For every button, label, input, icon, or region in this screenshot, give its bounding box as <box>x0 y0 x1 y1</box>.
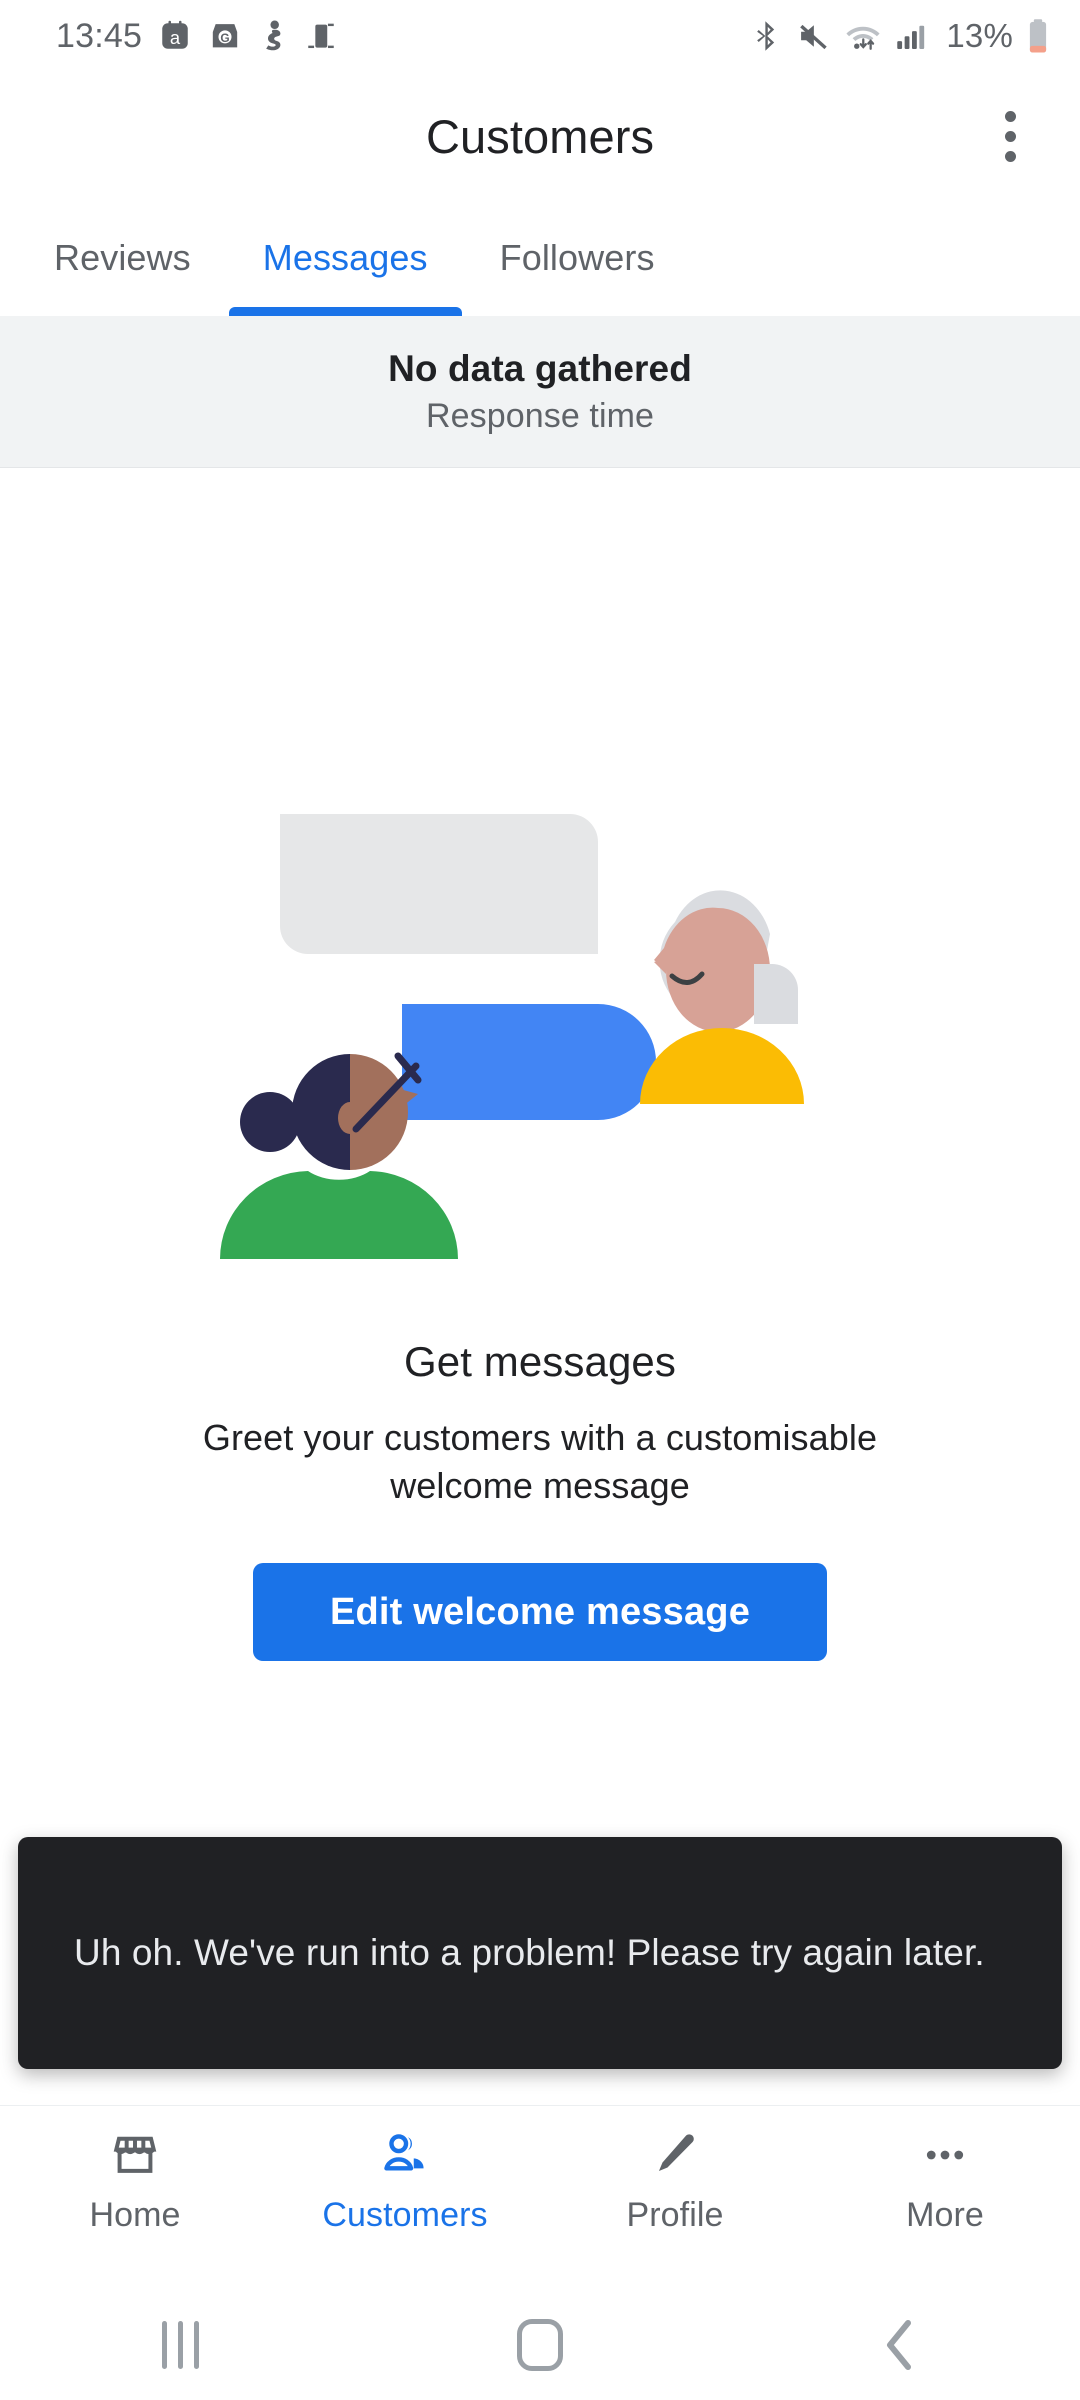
snackbar-message: Uh oh. We've run into a problem! Please … <box>74 1931 985 1973</box>
recents-icon <box>161 2321 199 2369</box>
recents-bar <box>161 2321 167 2369</box>
two-people-chat-bubbles-illustration <box>220 814 804 1259</box>
tab-label: Followers <box>499 237 655 278</box>
nav-label: Profile <box>626 2196 724 2234</box>
error-snackbar[interactable]: Uh oh. We've run into a problem! Please … <box>18 1837 1062 2069</box>
tab-label: Messages <box>262 237 428 278</box>
nav-item-home[interactable]: Home <box>0 2128 270 2235</box>
google-business-icon: G <box>212 24 238 48</box>
signal-bars-icon <box>897 25 925 50</box>
more-dot <box>1004 110 1016 122</box>
response-time-banner[interactable]: No data gathered Response time <box>0 316 1080 468</box>
nav-label: Home <box>89 2196 181 2234</box>
amazon-alexa-icon: a <box>162 20 188 49</box>
person-walk-icon <box>266 20 281 51</box>
page-title: Customers <box>425 109 655 163</box>
recents-button[interactable] <box>0 2321 360 2369</box>
status-bar: 13:45 a G 13% <box>0 0 1080 72</box>
edit-welcome-message-button[interactable]: Edit welcome message <box>253 1563 827 1662</box>
empty-state-title: Get messages <box>404 1338 676 1385</box>
tab-reviews[interactable]: Reviews <box>18 200 227 316</box>
device-icon <box>308 23 334 49</box>
status-time: 13:45 <box>56 16 143 55</box>
svg-text:G: G <box>220 31 229 45</box>
tab-messages[interactable]: Messages <box>227 200 464 316</box>
nav-item-more[interactable]: More <box>810 2128 1080 2235</box>
banner-title: No data gathered <box>388 347 692 389</box>
tab-bar: Reviews Messages Followers <box>0 200 1080 316</box>
people-icon <box>380 2128 430 2182</box>
battery-icon <box>1029 19 1047 53</box>
svg-text:a: a <box>170 27 181 48</box>
system-navigation-bar <box>0 2290 1080 2400</box>
home-button[interactable] <box>360 2319 720 2371</box>
back-button[interactable] <box>720 2319 1080 2371</box>
battery-percent-label: 13% <box>946 17 1013 54</box>
nav-label: More <box>906 2196 984 2234</box>
more-dots-icon <box>920 2128 970 2182</box>
pencil-icon <box>650 2128 700 2182</box>
banner-subtitle: Response time <box>425 396 655 435</box>
tab-active-indicator <box>228 307 462 316</box>
more-dot <box>1004 150 1016 162</box>
nav-item-profile[interactable]: Profile <box>540 2128 810 2235</box>
content-area: Get messages Greet your customers with a… <box>0 468 1080 2105</box>
recents-bar <box>177 2321 183 2369</box>
back-icon <box>887 2320 911 2370</box>
app-bar: Customers <box>0 72 1080 200</box>
volume-mute-icon <box>800 24 828 50</box>
nav-item-customers[interactable]: Customers <box>270 2128 540 2235</box>
recents-bar <box>193 2321 199 2369</box>
status-bar-right: 13% <box>751 17 1050 55</box>
more-dot <box>1004 130 1016 142</box>
storefront-icon <box>110 2128 160 2182</box>
phone-screen: 13:45 a G 13% Customers Reviews Messages… <box>0 0 1080 2400</box>
nav-label: Customers <box>322 2196 488 2234</box>
home-icon <box>517 2319 563 2371</box>
tab-followers[interactable]: Followers <box>464 200 691 316</box>
empty-state-subtitle: Greet your customers with a customisable… <box>202 1417 878 1506</box>
bottom-navigation: Home Customers Profile More <box>0 2105 1080 2290</box>
overflow-menu-button[interactable] <box>968 94 1052 178</box>
bluetooth-icon <box>757 21 775 51</box>
tab-label: Reviews <box>54 237 191 278</box>
wifi-icon <box>846 26 880 50</box>
status-bar-left: 13:45 a G <box>56 17 338 56</box>
